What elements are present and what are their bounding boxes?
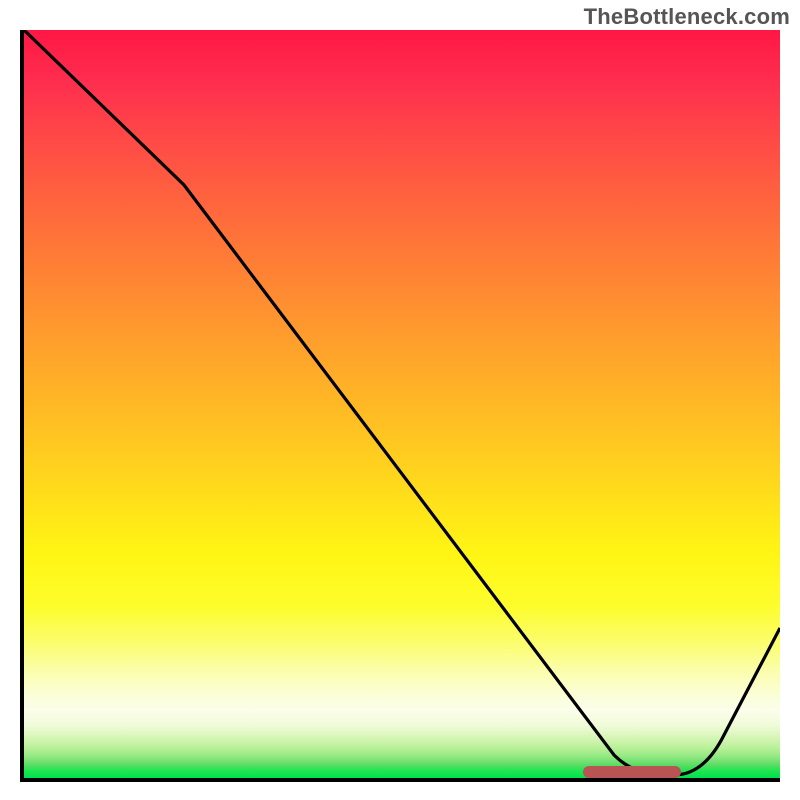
axes-frame	[20, 30, 780, 782]
chart-container: TheBottleneck.com	[0, 0, 800, 800]
watermark-text: TheBottleneck.com	[584, 4, 790, 30]
